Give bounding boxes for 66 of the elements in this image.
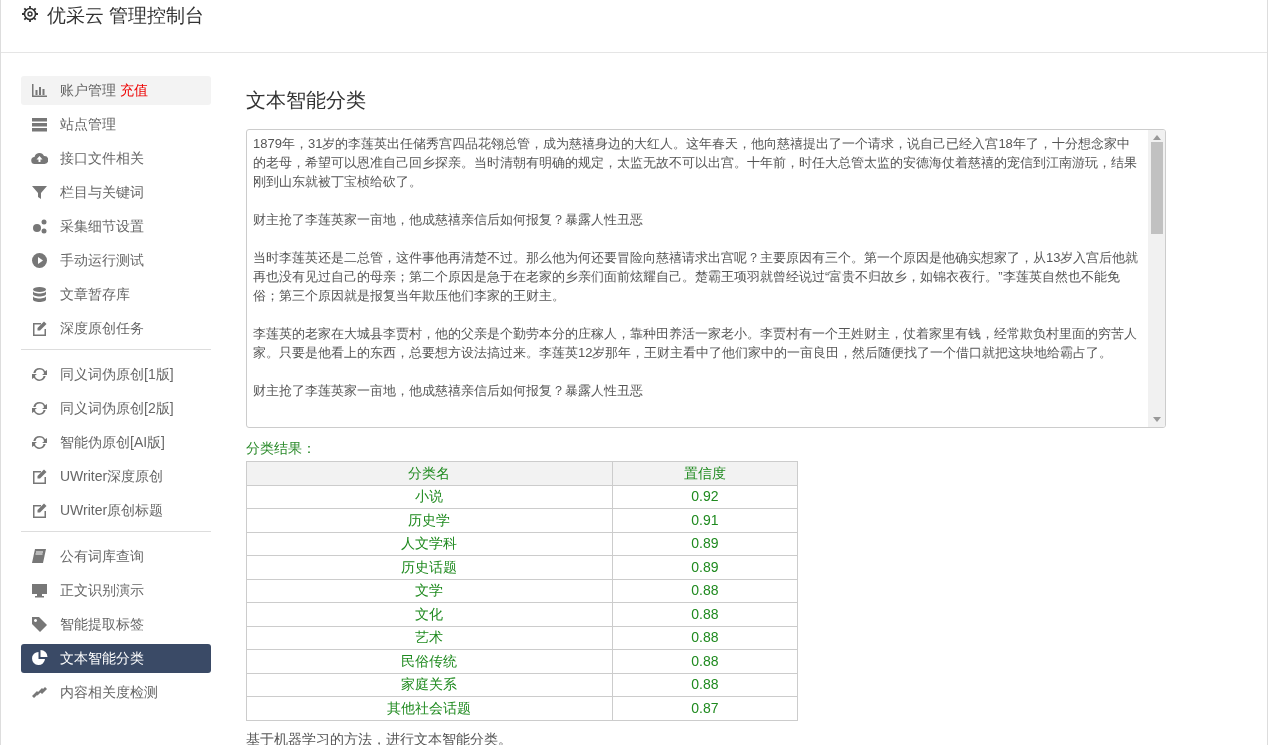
page-title: 文本智能分类 [246, 88, 367, 113]
scroll-down-icon[interactable] [1152, 417, 1161, 423]
refresh-icon [31, 434, 48, 451]
sidebar-item[interactable]: 栏目与关键词 [21, 178, 211, 207]
refresh-icon [31, 400, 48, 417]
monitor-icon [31, 582, 48, 599]
footnote: 基于机器学习的方法，进行文本智能分类。 [246, 729, 513, 745]
settings-icon [21, 5, 39, 23]
edit-icon [31, 468, 48, 485]
refresh-icon [31, 366, 48, 383]
header-title: 优采云 管理控制台 [47, 4, 205, 28]
sidebar-item[interactable]: 文章暂存库 [21, 280, 211, 309]
table-cell: 历史话题 [246, 555, 613, 579]
table-cell: 0.92 [612, 485, 798, 509]
table-cell: 文学 [246, 579, 613, 603]
sidebar-item[interactable]: 同义词伪原创[2版] [21, 394, 211, 423]
table-cell: 0.88 [612, 579, 798, 603]
pie-chart-icon [31, 650, 48, 667]
table-cell: 人文学科 [246, 532, 613, 556]
sidebar-item[interactable]: 内容相关度检测 [21, 678, 211, 707]
edit-icon [31, 502, 48, 519]
sidebar-item[interactable]: 站点管理 [21, 110, 211, 139]
column-header: 置信度 [612, 461, 798, 485]
table-cell: 0.91 [612, 508, 798, 532]
table-cell: 0.88 [612, 626, 798, 650]
sidebar-item[interactable]: 接口文件相关 [21, 144, 211, 173]
edit-icon [31, 320, 48, 337]
sidebar-item[interactable]: 智能提取标签 [21, 610, 211, 639]
sidebar-item[interactable]: 深度原创任务 [21, 314, 211, 343]
scrollbar[interactable] [1148, 130, 1165, 427]
tag-icon [31, 616, 48, 633]
sidebar-item[interactable]: 手动运行测试 [21, 246, 211, 275]
text-input-area[interactable]: 1879年，31岁的李莲英出任储秀宫四品花翎总管，成为慈禧身边的大红人。这年春天，他向慈禧提出了一个请求，说自己已经入宫18年了，十分想念家中的老母，希望可以恩准自己回乡探亲。当时清朝有明确的规定，太监无故不可以出宫。十年前，时任大总管太监的安德海仗着慈禧的宠信到江南游玩，结果刚到山东就被丁宝桢给砍了。 财主抢了李莲英家一亩地，他成慈禧亲信后如何报复？暴露人性丑恶 当时李莲英还是二总管，这件事他再清楚不过。那么他为何还要冒险向慈禧请求出宫呢？主要原因有三个。第一个原因是他确实想家了，从13岁入宫后他就再也没有见过自己的母亲；第二个原因是急于在老家的乡亲们面前炫耀自己。楚霸王项羽就曾经说过“富贵不归故乡，如锦衣夜行。”李莲英自然也不能免俗；第三个原因就是报复当年欺压他们李家的王财主。 李莲英的老家在大城县李贾村，他的父亲是个勤劳本分的庄稼人，靠种田养活一家老小。李贾村有一个王姓财主，仗着家里有钱，经常欺负村里面的穷苦人家。只要是他看上的东西，总要想方设法搞过来。李莲英12岁那年，王财主看中了他们家中的一亩良田，然后随便找了一个借口就把这块地给霸占了。 财主抢了李莲英家一亩地，他成慈禧亲信后如何报复？暴露人性丑恶 [246, 129, 1166, 428]
table-cell: 民俗传统 [246, 649, 613, 673]
server-icon [31, 116, 48, 133]
sidebar-item[interactable]: 采集细节设置 [21, 212, 211, 241]
sidebar-item[interactable]: 智能伪原创[AI版] [21, 428, 211, 457]
table-cell: 文化 [246, 602, 613, 626]
database-icon [31, 286, 48, 303]
play-icon [31, 252, 48, 269]
table-cell: 历史学 [246, 508, 613, 532]
sidebar-item[interactable]: 文本智能分类 [21, 644, 211, 673]
table-cell: 其他社会话题 [246, 696, 613, 720]
book-icon [31, 548, 48, 565]
table-cell: 0.88 [612, 649, 798, 673]
bar-chart-icon [31, 82, 48, 99]
table-cell: 家庭关系 [246, 673, 613, 697]
column-header: 分类名 [246, 461, 613, 485]
table-cell: 0.89 [612, 555, 798, 579]
sidebar-item[interactable]: UWriter深度原创 [21, 462, 211, 491]
cloud-upload-icon [31, 150, 48, 167]
table-cell: 0.87 [612, 696, 798, 720]
table-cell: 0.89 [612, 532, 798, 556]
table-cell: 0.88 [612, 673, 798, 697]
sidebar-item[interactable]: 同义词伪原创[1版] [21, 360, 211, 389]
table-cell: 艺术 [246, 626, 613, 650]
sidebar-item[interactable]: 正文识别演示 [21, 576, 211, 605]
scroll-up-icon[interactable] [1152, 134, 1161, 140]
table-cell: 小说 [246, 485, 613, 509]
table-cell: 0.88 [612, 602, 798, 626]
scrollbar-thumb[interactable] [1150, 142, 1163, 234]
sidebar-item[interactable]: 账户管理 充值 [21, 76, 211, 105]
sidebar-item[interactable]: 公有词库查询 [21, 542, 211, 571]
sidebar-item[interactable]: UWriter原创标题 [21, 496, 211, 525]
filter-icon [31, 184, 48, 201]
result-label: 分类结果： [246, 439, 317, 458]
